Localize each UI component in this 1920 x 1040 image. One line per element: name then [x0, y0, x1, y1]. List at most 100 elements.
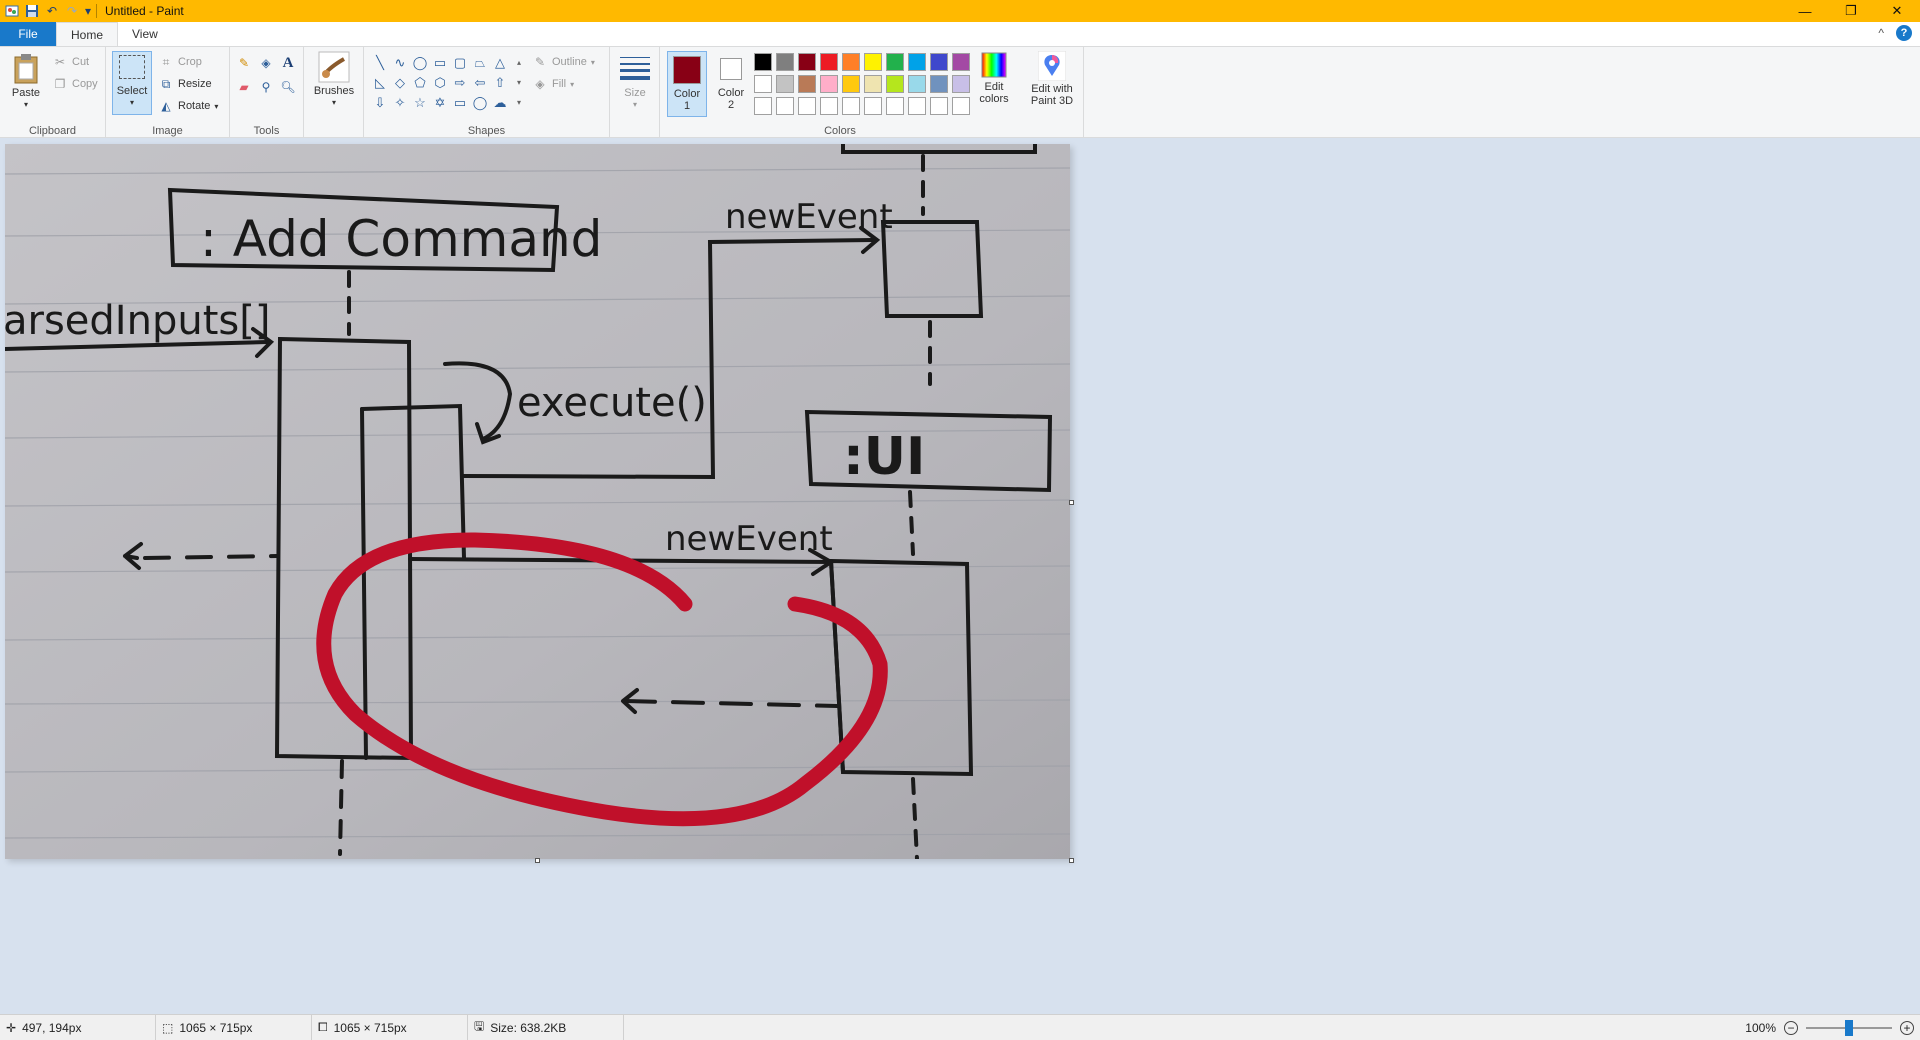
palette-swatch[interactable]	[776, 97, 794, 115]
right-triangle-shape-icon[interactable]: ◺	[370, 73, 390, 93]
collapse-ribbon-icon[interactable]: ^	[1878, 26, 1884, 40]
shapes-gallery[interactable]: ╲ ∿ ◯ ▭ ▢ ⏢ △ ◺ ◇ ⬠ ⬡ ⇨ ⇦ ⇧ ⇩ ✧ ☆ ✡ ▭ ◯ ☁	[370, 53, 520, 113]
left-arrow-shape-icon[interactable]: ⇦	[470, 73, 490, 93]
cut-button[interactable]: ✂ Cut	[52, 53, 89, 71]
palette-swatch[interactable]	[908, 75, 926, 93]
resize-button[interactable]: ⧉ Resize	[158, 75, 212, 93]
palette-swatch[interactable]	[908, 97, 926, 115]
palette-swatch[interactable]	[886, 75, 904, 93]
palette-swatch[interactable]	[842, 75, 860, 93]
oval-shape-icon[interactable]: ◯	[410, 53, 430, 73]
diamond-shape-icon[interactable]: ◇	[390, 73, 410, 93]
minimize-button[interactable]: —	[1782, 0, 1828, 22]
palette-swatch[interactable]	[754, 97, 772, 115]
pentagon-shape-icon[interactable]: ⬠	[410, 73, 430, 93]
select-dropdown-icon[interactable]: ▾	[130, 97, 134, 109]
paste-dropdown-icon[interactable]: ▾	[24, 99, 28, 111]
color-palette	[754, 53, 970, 115]
hexagon-shape-icon[interactable]: ⬡	[430, 73, 450, 93]
resize-handle-corner[interactable]	[1069, 858, 1074, 863]
save-icon[interactable]	[22, 0, 42, 22]
palette-swatch[interactable]	[842, 53, 860, 71]
brushes-button[interactable]: Brushes ▾	[310, 51, 358, 109]
palette-swatch[interactable]	[820, 97, 838, 115]
palette-swatch[interactable]	[952, 75, 970, 93]
fill-button[interactable]: ◈ Fill ▾	[532, 75, 574, 93]
crop-button[interactable]: ⌗ Crop	[158, 53, 202, 71]
color2-button[interactable]: Color 2	[711, 51, 751, 117]
palette-swatch[interactable]	[886, 53, 904, 71]
help-icon[interactable]: ?	[1896, 25, 1912, 41]
palette-swatch[interactable]	[952, 97, 970, 115]
eraser-icon[interactable]: ▰	[236, 79, 252, 95]
palette-swatch[interactable]	[930, 75, 948, 93]
palette-swatch[interactable]	[754, 53, 772, 71]
curve-shape-icon[interactable]: ∿	[390, 53, 410, 73]
palette-swatch[interactable]	[776, 75, 794, 93]
palette-swatch[interactable]	[798, 97, 816, 115]
size-button[interactable]: Size ▾	[618, 55, 652, 111]
copy-button[interactable]: ❐ Copy	[52, 75, 98, 93]
palette-swatch[interactable]	[930, 97, 948, 115]
pencil-icon[interactable]: ✎	[236, 55, 252, 71]
outline-button[interactable]: ✎ Outline ▾	[532, 53, 595, 71]
five-point-star-shape-icon[interactable]: ☆	[410, 93, 430, 113]
palette-swatch[interactable]	[864, 75, 882, 93]
tab-file[interactable]: File	[0, 22, 56, 46]
zoom-slider[interactable]	[1806, 1020, 1892, 1036]
redo-icon[interactable]: ↷	[62, 0, 82, 22]
palette-swatch[interactable]	[908, 53, 926, 71]
rectangle-shape-icon[interactable]: ▭	[430, 53, 450, 73]
fill-bucket-icon[interactable]: ◈	[258, 55, 274, 71]
palette-swatch[interactable]	[776, 53, 794, 71]
six-point-star-shape-icon[interactable]: ✡	[430, 93, 450, 113]
rotate-button[interactable]: ◭ Rotate ▾	[158, 97, 218, 115]
palette-swatch[interactable]	[952, 53, 970, 71]
palette-swatch[interactable]	[820, 75, 838, 93]
tab-view[interactable]: View	[118, 22, 172, 46]
rounded-callout-shape-icon[interactable]: ▭	[450, 93, 470, 113]
file-size-icon: 🖫	[474, 1019, 485, 1033]
down-arrow-shape-icon[interactable]: ⇩	[370, 93, 390, 113]
restore-button[interactable]: ❐	[1828, 0, 1874, 22]
palette-swatch[interactable]	[798, 53, 816, 71]
oval-callout-shape-icon[interactable]: ◯	[470, 93, 490, 113]
up-arrow-shape-icon[interactable]: ⇧	[490, 73, 510, 93]
close-button[interactable]: ✕	[1874, 0, 1920, 22]
line-shape-icon[interactable]: ╲	[370, 53, 390, 73]
rounded-rectangle-shape-icon[interactable]: ▢	[450, 53, 470, 73]
color-picker-icon[interactable]: ⚲	[258, 79, 274, 95]
edit-with-paint3d-button[interactable]: Edit with Paint 3D	[1022, 51, 1082, 107]
magnifier-icon[interactable]: 🔍︎	[280, 79, 296, 95]
palette-swatch[interactable]	[864, 97, 882, 115]
text-tool-icon[interactable]: A	[280, 55, 296, 71]
customize-toolbar-icon[interactable]: ▾	[82, 0, 94, 22]
palette-swatch[interactable]	[930, 53, 948, 71]
color-wheel-icon	[981, 52, 1007, 78]
palette-swatch[interactable]	[754, 75, 772, 93]
edit-colors-button[interactable]: Edit colors	[972, 51, 1016, 105]
zoom-out-button[interactable]: −	[1784, 1021, 1798, 1035]
palette-swatch[interactable]	[864, 53, 882, 71]
four-point-star-shape-icon[interactable]: ✧	[390, 93, 410, 113]
undo-icon[interactable]: ↶	[42, 0, 62, 22]
palette-swatch[interactable]	[886, 97, 904, 115]
palette-swatch[interactable]	[820, 53, 838, 71]
right-arrow-shape-icon[interactable]: ⇨	[450, 73, 470, 93]
drawing-canvas[interactable]: : Add Command arsedInputs[] newEvent exe…	[5, 144, 1070, 859]
paint3d-label-line2: Paint 3D	[1030, 95, 1074, 107]
palette-swatch[interactable]	[842, 97, 860, 115]
polygon-shape-icon[interactable]: ⏢	[470, 53, 490, 73]
color1-button[interactable]: Color 1	[667, 51, 707, 117]
paste-button[interactable]: Paste ▾	[8, 53, 44, 111]
paint-app-icon[interactable]	[2, 0, 22, 22]
resize-handle-right[interactable]	[1069, 500, 1074, 505]
triangle-shape-icon[interactable]: △	[490, 53, 510, 73]
shapes-scroll[interactable]: ▴ ▾ ▾	[514, 53, 524, 113]
zoom-in-button[interactable]: +	[1900, 1021, 1914, 1035]
cloud-callout-shape-icon[interactable]: ☁	[490, 93, 510, 113]
zoom-slider-thumb[interactable]	[1845, 1020, 1853, 1036]
palette-swatch[interactable]	[798, 75, 816, 93]
tab-home[interactable]: Home	[56, 22, 119, 46]
resize-handle-bottom[interactable]	[535, 858, 540, 863]
